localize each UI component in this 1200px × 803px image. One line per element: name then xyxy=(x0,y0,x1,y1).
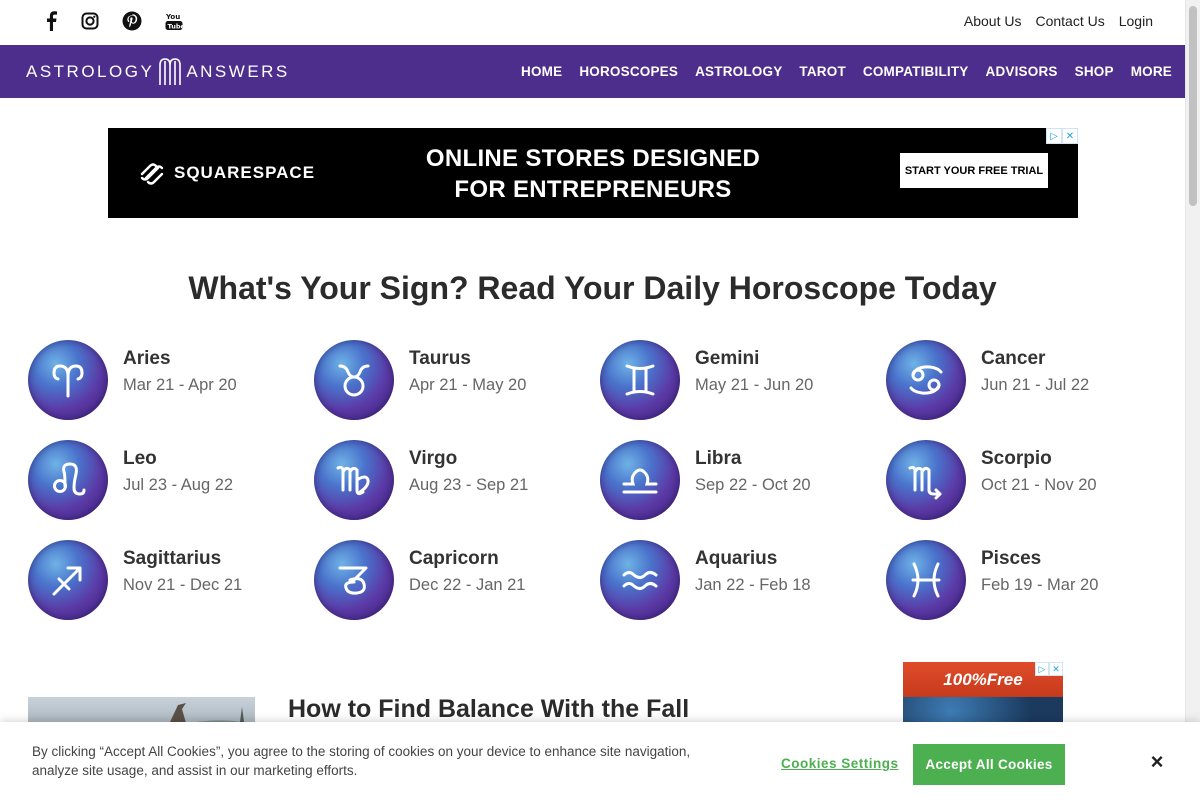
site-logo[interactable]: ASTROLOGY ANSWERS xyxy=(26,57,290,87)
sign-dates: Sep 22 - Oct 20 xyxy=(695,476,811,494)
contact-us-link[interactable]: Contact Us xyxy=(1035,13,1104,29)
nav-item-shop[interactable]: SHOP xyxy=(1075,64,1114,79)
sign-card-capricorn[interactable]: Capricorn Dec 22 - Jan 21 xyxy=(314,540,584,622)
sign-dates: Jun 21 - Jul 22 xyxy=(981,376,1090,394)
sign-dates: Jul 23 - Aug 22 xyxy=(123,476,234,494)
sign-card-gemini[interactable]: Gemini May 21 - Jun 20 xyxy=(600,340,870,422)
sign-name: Libra xyxy=(695,448,742,469)
aquarius-icon xyxy=(600,540,680,620)
nav-item-compatibility[interactable]: COMPATIBILITY xyxy=(863,64,969,79)
sign-name: Virgo xyxy=(409,448,458,469)
ad-banner[interactable]: SQUARESPACE ONLINE STORES DESIGNED FOR E… xyxy=(108,128,1078,218)
ad-brand: SQUARESPACE xyxy=(138,160,315,186)
instagram-icon[interactable] xyxy=(79,10,101,32)
sign-dates: Dec 22 - Jan 21 xyxy=(409,576,526,594)
nav-item-horoscopes[interactable]: HOROSCOPES xyxy=(579,64,678,79)
sign-name: Scorpio xyxy=(981,448,1052,469)
page-title: What's Your Sign? Read Your Daily Horosc… xyxy=(188,270,997,306)
accept-all-cookies-button[interactable]: Accept All Cookies xyxy=(913,744,1065,785)
facebook-icon[interactable] xyxy=(40,10,62,32)
sign-name: Aries xyxy=(123,348,171,369)
cookie-consent-banner: By clicking “Accept All Cookies”, you ag… xyxy=(0,722,1200,803)
sign-card-pisces[interactable]: Pisces Feb 19 - Mar 20 xyxy=(886,540,1156,622)
sign-card-sagittarius[interactable]: Sagittarius Nov 21 - Dec 21 xyxy=(28,540,298,622)
page-scrollbar[interactable] xyxy=(1185,0,1200,803)
adchoices-icon[interactable]: ▷ xyxy=(1046,128,1062,144)
nav-item-more[interactable]: MORE xyxy=(1131,64,1172,79)
zodiac-signs-grid: Aries Mar 21 - Apr 20 Taurus Apr 21 - Ma… xyxy=(28,340,1173,622)
sign-card-scorpio[interactable]: Scorpio Oct 21 - Nov 20 xyxy=(886,440,1156,522)
about-us-link[interactable]: About Us xyxy=(964,13,1022,29)
sign-dates: Aug 23 - Sep 21 xyxy=(409,476,529,494)
sign-dates: Jan 22 - Feb 18 xyxy=(695,576,811,594)
leo-icon xyxy=(28,440,108,520)
side-ad-choices[interactable]: ▷ ✕ xyxy=(1035,662,1063,676)
sagittarius-icon xyxy=(28,540,108,620)
nav-item-tarot[interactable]: TAROT xyxy=(799,64,846,79)
sign-card-taurus[interactable]: Taurus Apr 21 - May 20 xyxy=(314,340,584,422)
sign-card-aquarius[interactable]: Aquarius Jan 22 - Feb 18 xyxy=(600,540,870,622)
logo-text-right: ANSWERS xyxy=(186,62,290,81)
ad-headline: ONLINE STORES DESIGNED FOR ENTREPRENEURS xyxy=(425,145,761,203)
login-link[interactable]: Login xyxy=(1119,13,1153,29)
sign-name: Capricorn xyxy=(409,548,499,569)
taurus-icon xyxy=(314,340,394,420)
top-utility-bar: You Tube About Us Contact Us Login xyxy=(0,0,1185,45)
nav-item-advisors[interactable]: ADVISORS xyxy=(986,64,1058,79)
scorpio-icon xyxy=(886,440,966,520)
sign-dates: Apr 21 - May 20 xyxy=(409,376,527,394)
top-links: About Us Contact Us Login xyxy=(964,13,1153,29)
capricorn-icon xyxy=(314,540,394,620)
sign-name: Aquarius xyxy=(695,548,778,569)
svg-text:You: You xyxy=(165,13,180,21)
sign-name: Sagittarius xyxy=(123,548,222,569)
sign-dates: May 21 - Jun 20 xyxy=(695,376,814,394)
youtube-icon[interactable]: You Tube xyxy=(163,10,185,32)
sign-dates: Nov 21 - Dec 21 xyxy=(123,576,243,594)
logo-mark-icon xyxy=(159,58,182,85)
sign-name: Pisces xyxy=(981,548,1042,569)
nav-item-astrology[interactable]: ASTROLOGY xyxy=(695,64,782,79)
adchoices-icon[interactable]: ▷ xyxy=(1035,662,1049,676)
scrollbar-thumb[interactable] xyxy=(1189,6,1197,206)
sign-card-aries[interactable]: Aries Mar 21 - Apr 20 xyxy=(28,340,298,422)
sign-dates: Feb 19 - Mar 20 xyxy=(981,576,1099,594)
sign-name: Cancer xyxy=(981,348,1046,369)
logo-text-left: ASTROLOGY xyxy=(26,62,155,81)
ad-close-icon[interactable]: ✕ xyxy=(1049,662,1063,676)
ad-close-icon[interactable]: ✕ xyxy=(1062,128,1078,144)
ad-choices[interactable]: ▷ ✕ xyxy=(1046,128,1078,144)
sign-card-leo[interactable]: Leo Jul 23 - Aug 22 xyxy=(28,440,298,522)
squarespace-logo-icon xyxy=(140,163,164,185)
nav-menu: HOME HOROSCOPES ASTROLOGY TAROT COMPATIB… xyxy=(521,45,1172,98)
article-title-link[interactable]: How to Find Balance With the Fall xyxy=(288,695,689,724)
svg-text:Tube: Tube xyxy=(168,23,184,31)
ad-cta-button[interactable]: START YOUR FREE TRIAL xyxy=(900,153,1048,188)
cancer-icon xyxy=(886,340,966,420)
sign-card-libra[interactable]: Libra Sep 22 - Oct 20 xyxy=(600,440,870,522)
sign-card-cancer[interactable]: Cancer Jun 21 - Jul 22 xyxy=(886,340,1156,422)
pinterest-icon[interactable] xyxy=(121,10,143,32)
pisces-icon xyxy=(886,540,966,620)
libra-icon xyxy=(600,440,680,520)
virgo-icon xyxy=(314,440,394,520)
gemini-icon xyxy=(600,340,680,420)
sign-name: Leo xyxy=(123,448,157,469)
cookies-settings-link[interactable]: Cookies Settings xyxy=(781,756,899,771)
sign-dates: Oct 21 - Nov 20 xyxy=(981,476,1097,494)
nav-item-home[interactable]: HOME xyxy=(521,64,562,79)
aries-icon xyxy=(28,340,108,420)
cookie-message: By clicking “Accept All Cookies”, you ag… xyxy=(32,744,691,778)
sign-card-virgo[interactable]: Virgo Aug 23 - Sep 21 xyxy=(314,440,584,522)
social-links: You Tube xyxy=(40,10,185,32)
sign-name: Taurus xyxy=(409,348,471,369)
sign-dates: Mar 21 - Apr 20 xyxy=(123,376,237,394)
main-navbar: ASTROLOGY ANSWERS HOME HOROSCOPES ASTROL… xyxy=(0,45,1185,98)
close-icon[interactable]: × xyxy=(1147,751,1167,773)
sign-name: Gemini xyxy=(695,348,760,369)
